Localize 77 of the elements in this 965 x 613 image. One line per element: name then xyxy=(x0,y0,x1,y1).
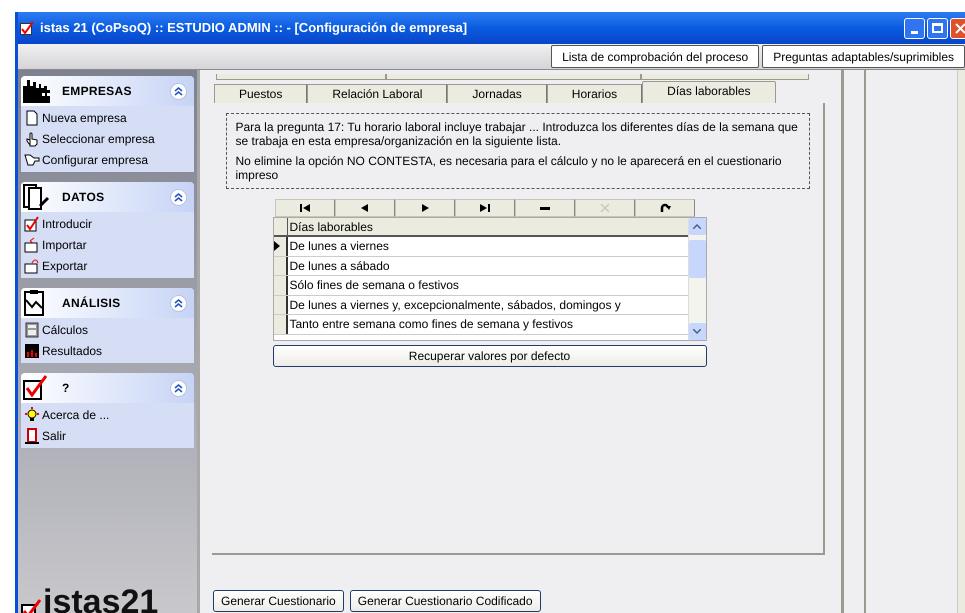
tab[interactable]: Relación Laboral xyxy=(307,84,448,103)
refresh-icon xyxy=(658,203,670,213)
sidebar-link[interactable]: Introducir xyxy=(24,216,191,232)
double-chevron-icon xyxy=(174,86,183,96)
sidebar-link[interactable]: Acerca de ... xyxy=(24,407,191,423)
sidebar-link[interactable]: Salir xyxy=(24,428,191,444)
section-title: EMPRESAS xyxy=(62,83,132,100)
reset-defaults-button[interactable]: Recuperar valores por defecto xyxy=(272,345,706,367)
sidebar-link[interactable]: Seleccionar empresa xyxy=(24,131,191,147)
table-cell[interactable]: Tanto entre semana como fines de semana y festivos xyxy=(288,315,575,334)
action-button[interactable]: Generar Cuestionario Codificado xyxy=(350,590,540,612)
table-cell[interactable]: De lunes a sábado xyxy=(288,256,392,275)
sidebar-link[interactable]: Nueva empresa xyxy=(24,110,191,126)
nav-button[interactable] xyxy=(454,199,514,217)
nav-button[interactable] xyxy=(394,199,454,217)
sidebar-link[interactable]: Cálculos xyxy=(24,322,191,338)
maximize-button[interactable] xyxy=(927,18,948,38)
sidebar-link[interactable]: Configurar empresa xyxy=(24,152,191,168)
section-title: ANÁLISIS xyxy=(62,295,120,312)
lightbulb-icon xyxy=(24,407,40,423)
row-indicator[interactable] xyxy=(274,237,288,256)
nav-button[interactable] xyxy=(634,199,694,217)
folder-export-icon xyxy=(24,258,40,274)
nav-button[interactable] xyxy=(334,199,394,217)
door-icon xyxy=(24,428,40,444)
document-icon xyxy=(24,110,40,126)
hand-pointer-icon xyxy=(24,131,40,147)
sidebar-link[interactable]: Importar xyxy=(24,237,191,253)
double-chevron-icon xyxy=(174,192,183,202)
checkmark-icon xyxy=(24,216,40,232)
section-title: DATOS xyxy=(62,189,104,206)
toolbar-button[interactable]: Preguntas adaptables/suprimibles xyxy=(762,45,965,68)
row-indicator[interactable] xyxy=(274,296,288,314)
nav-button[interactable] xyxy=(274,199,334,217)
close-button[interactable] xyxy=(950,18,965,38)
documents-icon xyxy=(22,184,52,210)
close-icon xyxy=(955,22,965,34)
close-icon xyxy=(598,203,610,213)
hand-tool-icon xyxy=(24,152,40,168)
info-text: No elimine la opción NO CONTESTA, es necesaria para el cálculo y no le aparecerá en el cuestionario impreso xyxy=(236,154,783,182)
folder-import-icon xyxy=(24,237,40,253)
row-indicator[interactable] xyxy=(274,315,288,334)
collapse-button[interactable] xyxy=(170,380,187,396)
bar-chart-icon xyxy=(24,343,40,359)
sidebar-link[interactable]: Exportar xyxy=(24,258,191,274)
tab[interactable]: Jornadas xyxy=(447,84,547,103)
double-chevron-icon xyxy=(174,384,183,392)
action-button[interactable]: Generar Cuestionario xyxy=(213,590,344,612)
scrollbar[interactable] xyxy=(688,218,706,340)
factory-icon xyxy=(22,78,52,104)
sidebar-link[interactable]: Resultados xyxy=(24,343,191,359)
first-record-icon xyxy=(298,203,310,213)
scrollbar[interactable] xyxy=(957,70,965,613)
table-cell[interactable]: De lunes a viernes y, excepcionalmente, sábados, domingos y xyxy=(288,296,623,314)
collapse-button[interactable] xyxy=(170,188,187,206)
collapse-button[interactable] xyxy=(170,294,187,312)
window-title: istas 21 (CoPsoQ) :: ESTUDIO ADMIN :: - [Configuración de empresa] xyxy=(40,19,468,38)
tab[interactable]: Puestos xyxy=(214,84,308,103)
section-title: ? xyxy=(62,380,70,397)
toolbar-button[interactable]: Lista de comprobación del proceso xyxy=(551,45,760,68)
checkmark-icon xyxy=(21,599,43,613)
tab[interactable]: Horarios xyxy=(546,84,642,103)
calculator-icon xyxy=(24,322,40,338)
double-chevron-icon xyxy=(174,298,183,308)
table-cell[interactable]: De lunes a viernes xyxy=(288,237,391,256)
checkbox-icon xyxy=(20,21,34,35)
column-header: Días laborables xyxy=(288,219,374,235)
row-indicator[interactable] xyxy=(274,276,288,294)
collapse-button[interactable] xyxy=(170,82,187,100)
minimize-button[interactable] xyxy=(904,18,925,38)
row-indicator[interactable] xyxy=(274,256,288,275)
last-record-icon xyxy=(478,203,490,213)
tab[interactable]: Días laborables xyxy=(642,81,776,103)
previous-icon xyxy=(358,203,370,213)
table-cell[interactable]: Sólo fines de semana o festivos xyxy=(288,276,461,294)
info-text: Para la pregunta 17: Tu horario laboral incluye trabajar ... Introduzca los diferentes días de la semana que se trabaja en esta empresa/organización en la siguiente lista. xyxy=(236,120,799,148)
nav-button[interactable] xyxy=(514,199,574,217)
